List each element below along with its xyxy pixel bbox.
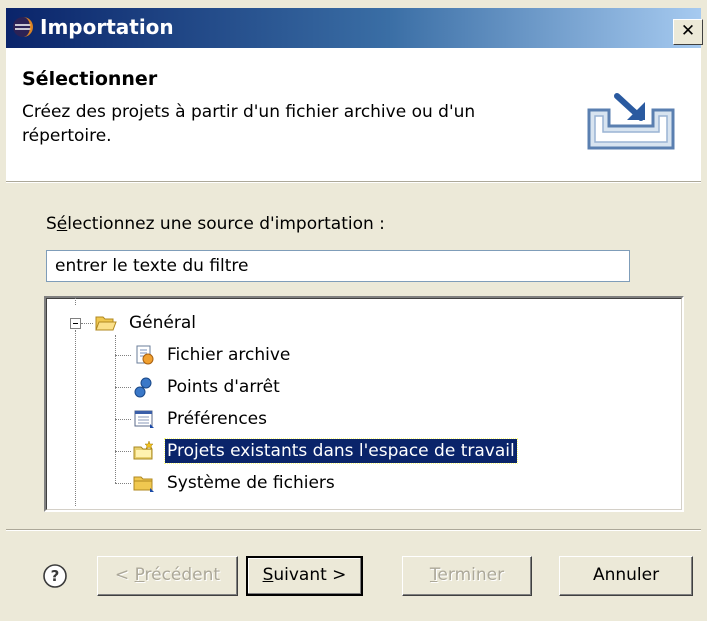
source-label-prefix: S [46,214,57,234]
import-dialog: Importation ✕ Sélectionner Créez des pro… [0,0,707,621]
filter-input[interactable] [46,250,630,282]
tree-line [115,451,131,452]
tree-line [115,387,131,388]
page-description: Créez des projets à partir d'un fichier … [22,102,476,146]
folder-icon [133,476,154,492]
tree-item-general[interactable]: Général [127,311,198,335]
tree-item-preferences[interactable]: Préférences [165,407,269,431]
collapse-toggle[interactable] [70,318,81,329]
tree-line [115,355,131,356]
back-button[interactable]: < Précédent [97,556,238,596]
next-button-accel: S [262,565,274,585]
back-button-accel: P [134,565,145,585]
tree-line [115,335,116,483]
open-folder-icon [95,316,117,331]
close-icon: ✕ [680,21,696,41]
close-button[interactable]: ✕ [673,19,703,45]
breakpoints-icon [134,377,152,398]
tree-item-breakpoints[interactable]: Points d'arrêt [165,375,282,399]
tree-item-existing-projects[interactable]: Projets existants dans l'espace de trava… [164,438,518,464]
next-button[interactable]: Suivant > [246,556,363,596]
wizard-header: Sélectionner Créez des projets à partir … [6,48,701,181]
finish-button[interactable]: Terminer [402,556,532,596]
tree-line [75,297,76,305]
finish-button-post: erminer [437,565,505,585]
tree-line [81,323,93,324]
existing-projects-icon [133,440,154,460]
cancel-button[interactable]: Annuler [559,556,693,596]
preferences-icon [134,410,154,428]
tree-line [115,483,131,484]
source-label-rest: lectionnez une source d'importation : [67,214,385,234]
source-label-accesskey: é [56,214,68,234]
button-bar-separator [6,529,701,531]
next-button-post: uivant > [273,565,347,585]
tree-item-file-system[interactable]: Système de fichiers [165,471,337,495]
page-title: Sélectionner [22,68,158,90]
window-title: Importation [40,15,174,39]
tree-line [115,419,131,420]
import-tray-icon [587,93,675,150]
archive-file-icon [136,345,154,365]
source-label: Sélectionnez une source d'importation : [46,214,385,234]
eclipse-icon [13,17,33,37]
header-separator [6,181,701,183]
back-button-post: récédent [144,565,221,585]
tree-item-archive[interactable]: Fichier archive [165,343,292,367]
tree-line [75,330,76,506]
back-button-pre: < [114,565,135,585]
help-icon[interactable]: ? [42,563,68,589]
import-source-tree[interactable]: Général Fichier archive Points d'arrêt P… [44,296,684,512]
cancel-button-label: Annuler [592,565,660,585]
svg-text:?: ? [51,567,60,585]
title-bar[interactable]: Importation ✕ [6,8,703,48]
tree-viewport: Général Fichier archive Points d'arrêt P… [46,297,682,510]
